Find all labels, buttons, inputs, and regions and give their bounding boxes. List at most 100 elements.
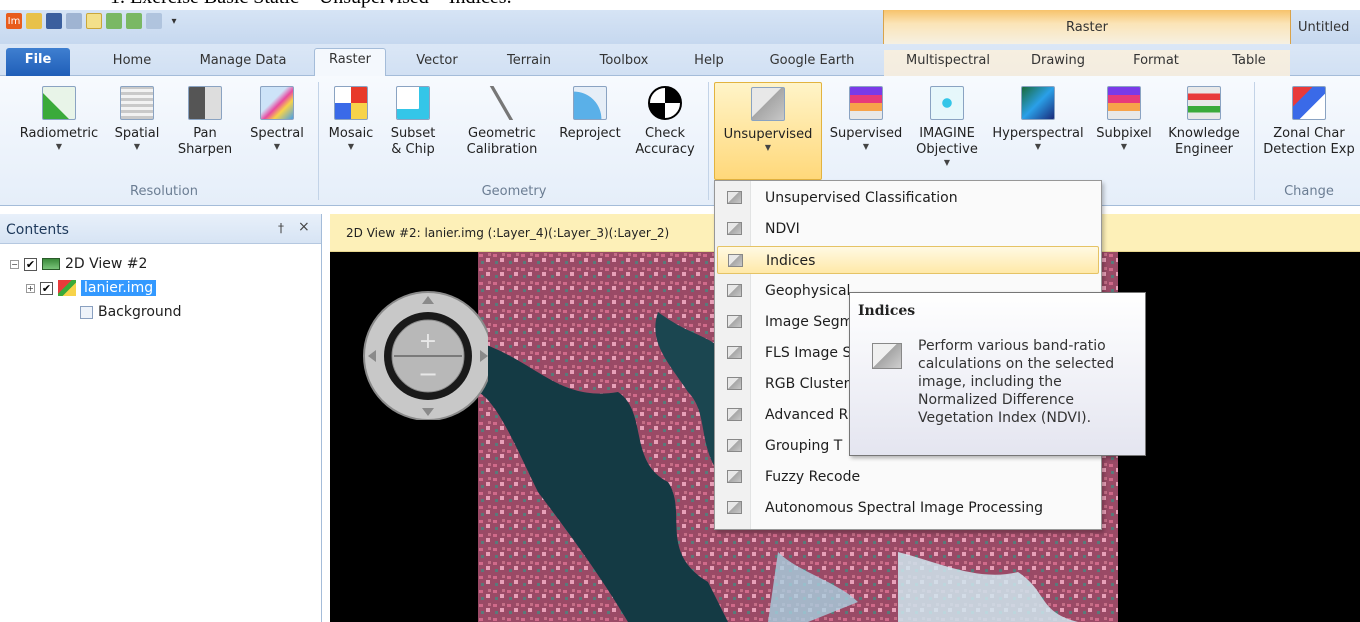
zoom-out-icon[interactable]	[126, 13, 142, 29]
navigation-wheel[interactable]: + −	[358, 270, 488, 420]
select-pointer-icon[interactable]	[86, 13, 102, 29]
mosaic-icon	[334, 86, 368, 120]
subset-chip-icon	[396, 86, 430, 120]
resolution-group-label: Resolution	[130, 184, 198, 199]
spatial-label: Spatial	[114, 126, 160, 141]
tab-drawing[interactable]: Drawing	[1012, 50, 1104, 76]
knowledge-engineer-label: Knowledge Engineer	[1168, 126, 1240, 157]
hyperspectral-label: Hyperspectral	[992, 126, 1084, 141]
context-header-label: Raster	[1066, 20, 1108, 35]
zonal-change-label: Zonal Char Detection Exp	[1263, 126, 1355, 157]
pan-sharpen-icon	[188, 86, 222, 120]
tab-terrain[interactable]: Terrain	[490, 50, 568, 76]
radiometric-button[interactable]: Radiometric ▼	[14, 82, 104, 180]
dropdown-arrow-icon: ▼	[347, 142, 355, 151]
svg-text:+: +	[419, 329, 437, 354]
view-label: 2D View #2	[65, 256, 148, 272]
tab-help[interactable]: Help	[682, 50, 736, 76]
unsupervised-button[interactable]: Unsupervised ▼	[714, 82, 822, 180]
view-checkbox[interactable]: ✔	[24, 257, 37, 271]
menu-item-label: Fuzzy Recode	[765, 469, 861, 485]
knowledge-engineer-button[interactable]: Knowledge Engineer	[1158, 82, 1250, 180]
tree-item-layer[interactable]: + ✔ lanier.img	[26, 278, 157, 298]
tab-format[interactable]: Format	[1104, 50, 1208, 76]
eraser-icon[interactable]	[146, 13, 162, 29]
spectral-icon	[260, 86, 294, 120]
background-label: Background	[98, 304, 182, 320]
undo-icon[interactable]	[66, 13, 82, 29]
rgb-cluster-icon	[727, 377, 742, 390]
reproject-button[interactable]: Reproject	[554, 82, 626, 180]
tab-google-earth[interactable]: Google Earth	[752, 50, 872, 76]
menu-item-label: RGB Cluster	[765, 376, 850, 392]
check-accuracy-button[interactable]: Check Accuracy	[628, 82, 702, 180]
fls-icon	[727, 346, 742, 359]
svg-text:−: −	[418, 360, 438, 388]
supervised-button[interactable]: Supervised ▼	[824, 82, 908, 180]
zoom-in-icon[interactable]	[106, 13, 122, 29]
spectral-button[interactable]: Spectral ▼	[242, 82, 312, 180]
group-separator	[318, 82, 319, 200]
indices-icon	[872, 343, 902, 369]
zonal-change-detection-button[interactable]: Zonal Char Detection Exp	[1258, 82, 1360, 180]
menu-item-fuzzy-recode[interactable]: Fuzzy Recode	[717, 463, 1099, 491]
unsupervised-icon	[751, 87, 785, 121]
document-caption: 1. Exercise Basic Static – Unsupervised …	[0, 0, 1360, 10]
open-icon[interactable]	[26, 13, 42, 29]
dropdown-arrow-icon: ▼	[862, 142, 870, 151]
app-logo-icon[interactable]: Im	[6, 13, 22, 29]
menu-item-unsupervised-classification[interactable]: Unsupervised Classification	[717, 184, 1099, 212]
menu-item-label: Indices	[766, 253, 816, 269]
menu-item-label: Advanced R	[765, 407, 849, 423]
spatial-button[interactable]: Spatial ▼	[104, 82, 170, 180]
subpixel-label: Subpixel	[1096, 126, 1152, 141]
background-checkbox[interactable]	[80, 305, 93, 319]
tab-file[interactable]: File	[6, 48, 70, 76]
menu-item-label: NDVI	[765, 221, 800, 237]
tab-toolbox[interactable]: Toolbox	[584, 50, 664, 76]
tree-item-view[interactable]: − ✔ 2D View #2	[10, 254, 147, 274]
layer-checkbox[interactable]: ✔	[40, 281, 53, 295]
autonomous-spectral-icon	[727, 501, 742, 514]
imagine-objective-button[interactable]: IMAGINE Objective ▼	[908, 82, 986, 180]
segmentation-icon	[727, 315, 742, 328]
collapse-icon[interactable]: −	[10, 259, 19, 269]
indices-tooltip: Indices Perform various band-ratio calcu…	[849, 292, 1146, 456]
tab-vector[interactable]: Vector	[402, 50, 472, 76]
view-icon	[42, 258, 60, 270]
menu-item-autonomous-spectral[interactable]: Autonomous Spectral Image Processing	[717, 494, 1099, 522]
geophysical-icon	[727, 284, 742, 297]
tab-multispectral[interactable]: Multispectral	[884, 50, 1012, 76]
raster-warning-icon	[58, 280, 76, 296]
tab-table[interactable]: Table	[1208, 50, 1290, 76]
imagine-objective-label: IMAGINE Objective	[916, 126, 978, 157]
subset-chip-button[interactable]: Subset & Chip	[382, 82, 444, 180]
save-icon[interactable]	[46, 13, 62, 29]
contents-title: Contents	[6, 222, 69, 238]
dropdown-arrow-icon: ▼	[764, 143, 772, 152]
pin-icon[interactable]: †	[278, 221, 284, 235]
geometric-calibration-button[interactable]: Geometric Calibration	[452, 82, 552, 180]
mosaic-button[interactable]: Mosaic ▼	[322, 82, 380, 180]
menu-item-ndvi[interactable]: NDVI	[717, 215, 1099, 243]
tab-home[interactable]: Home	[96, 50, 168, 76]
tab-raster[interactable]: Raster	[314, 48, 386, 77]
expand-icon[interactable]: +	[26, 283, 35, 293]
menu-item-label: Autonomous Spectral Image Processing	[765, 500, 1044, 516]
hyperspectral-button[interactable]: Hyperspectral ▼	[986, 82, 1090, 180]
close-icon[interactable]: ×	[298, 219, 310, 235]
geometry-group-label: Geometry	[481, 184, 547, 199]
tree-item-background[interactable]: Background	[80, 302, 182, 322]
menu-item-label: FLS Image S	[765, 345, 852, 361]
menu-item-label: Unsupervised Classification	[765, 190, 958, 206]
grouping-icon	[727, 439, 742, 452]
group-separator	[708, 82, 709, 200]
pan-sharpen-label: Pan Sharpen	[177, 126, 233, 157]
tab-manage-data[interactable]: Manage Data	[186, 50, 300, 76]
subpixel-button[interactable]: Subpixel ▼	[1090, 82, 1158, 180]
pan-sharpen-button[interactable]: Pan Sharpen	[172, 82, 238, 180]
customize-qat-icon[interactable]: ▾	[166, 13, 182, 29]
menu-item-indices[interactable]: Indices	[717, 246, 1099, 274]
contents-panel: Contents † × − ✔ 2D View #2 + ✔ lanier.i…	[0, 214, 322, 622]
radiometric-label: Radiometric	[19, 126, 99, 141]
